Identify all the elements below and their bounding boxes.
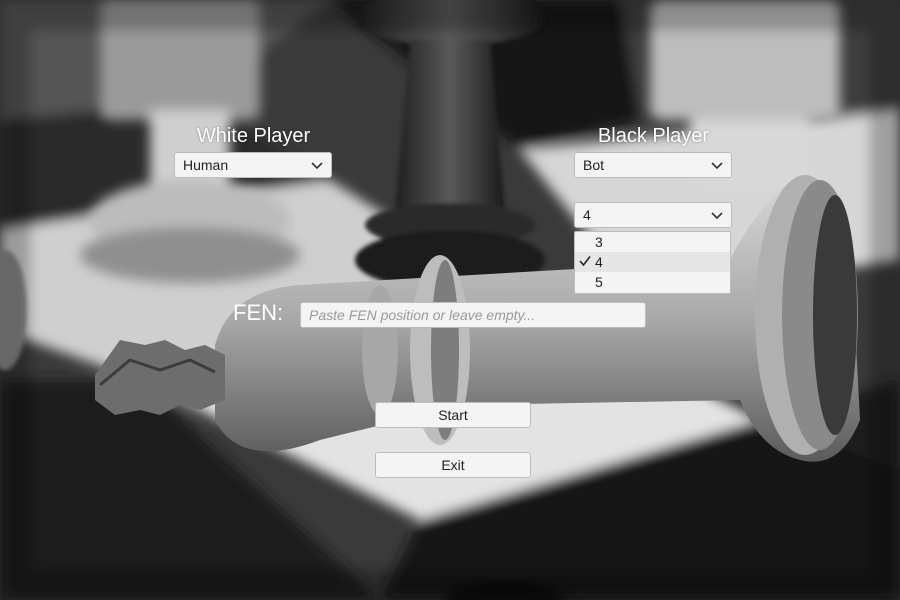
black-player-selected-value: Bot xyxy=(583,157,605,173)
black-player-select[interactable]: Bot xyxy=(574,152,732,178)
option-label: 5 xyxy=(595,274,603,290)
white-player-selected-value: Human xyxy=(183,157,229,173)
start-button[interactable]: Start xyxy=(375,402,531,428)
bot-depth-options-list: 3 4 5 xyxy=(574,231,731,294)
fen-input[interactable] xyxy=(300,302,646,328)
bot-depth-option-5[interactable]: 5 xyxy=(575,272,730,292)
chevron-down-icon xyxy=(311,162,323,170)
option-label: 4 xyxy=(595,254,603,270)
bot-depth-selected-value: 4 xyxy=(583,207,591,223)
bot-depth-select[interactable]: 4 xyxy=(574,202,732,228)
black-player-label: Black Player xyxy=(597,125,710,147)
white-player-select[interactable]: Human xyxy=(174,152,332,178)
white-player-label: White Player xyxy=(196,125,311,147)
exit-button[interactable]: Exit xyxy=(375,452,531,478)
checkmark-icon xyxy=(579,256,591,267)
option-label: 3 xyxy=(595,234,603,250)
chevron-down-icon xyxy=(711,212,723,220)
fen-label: FEN: xyxy=(233,300,284,325)
bot-depth-option-3[interactable]: 3 xyxy=(575,232,730,252)
bot-depth-option-4[interactable]: 4 xyxy=(575,252,730,272)
chevron-down-icon xyxy=(711,162,723,170)
background-chess-image xyxy=(0,0,900,600)
